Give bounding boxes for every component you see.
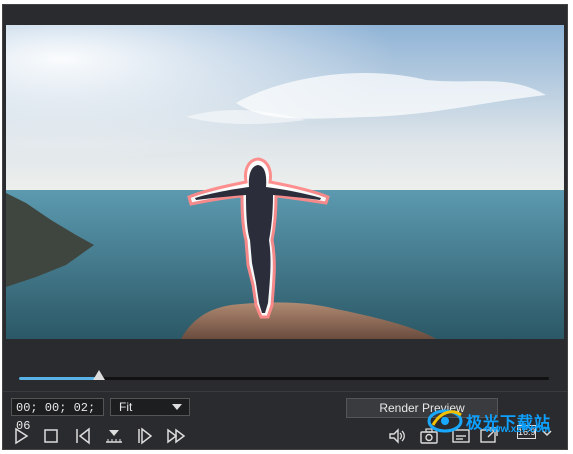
previous-frame-icon [76, 427, 90, 445]
preview-scene [6, 25, 564, 339]
mark-button[interactable] [104, 426, 124, 446]
watermark-url: www.xz7.com [485, 424, 551, 435]
next-frame-icon [138, 427, 153, 445]
previous-frame-button[interactable] [73, 426, 93, 446]
watermark: 极光下载站 www.xz7.com [427, 405, 567, 435]
divider [3, 391, 567, 392]
mark-icon [106, 430, 122, 443]
panel-top-bar [3, 5, 567, 23]
fast-forward-icon [167, 428, 186, 444]
video-preview-panel: 00; 00; 02; 06 Fit Render Preview 16:9 极… [2, 4, 568, 450]
zoom-fit-select[interactable]: Fit [110, 398, 190, 416]
fast-forward-button[interactable] [166, 426, 186, 446]
watermark-logo-icon [427, 409, 463, 433]
stop-icon [44, 429, 58, 443]
volume-button[interactable] [387, 426, 407, 446]
next-frame-button[interactable] [135, 426, 155, 446]
timecode-field[interactable]: 00; 00; 02; 06 [11, 398, 104, 433]
chevron-down-icon [172, 404, 182, 410]
playhead-handle[interactable] [92, 370, 105, 380]
timeline-slider[interactable] [19, 370, 549, 380]
stop-button[interactable] [41, 426, 61, 446]
volume-icon [389, 428, 405, 444]
timeline-progress [19, 377, 99, 380]
fit-select-value: Fit [119, 400, 133, 414]
play-icon [15, 427, 29, 445]
play-button[interactable] [11, 426, 31, 446]
video-preview-frame[interactable] [6, 25, 564, 339]
